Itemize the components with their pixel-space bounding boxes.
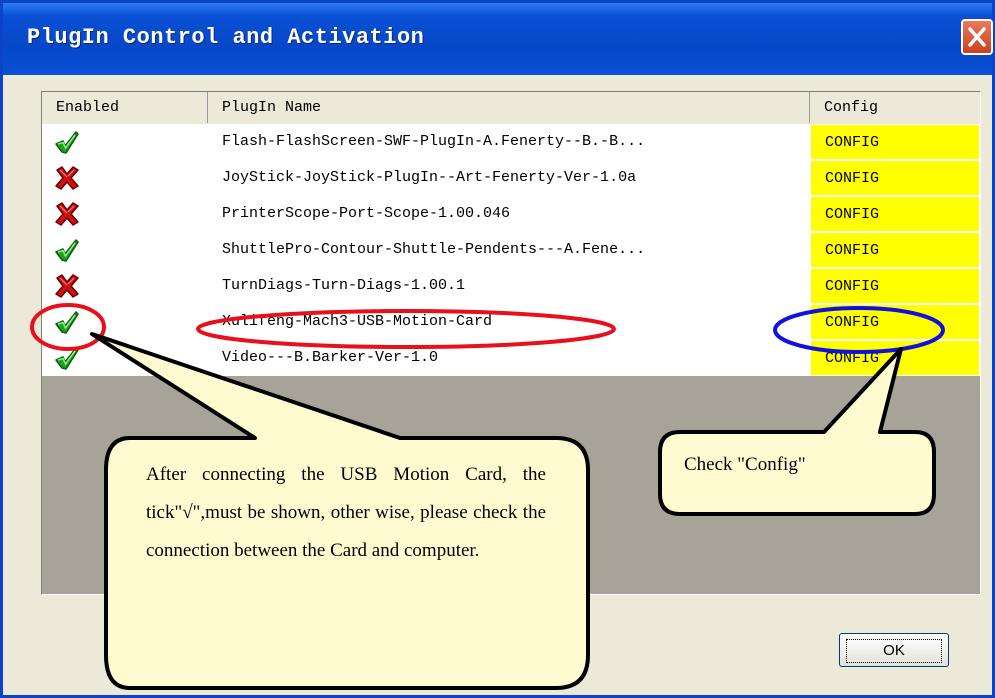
plugin-row[interactable]: TurnDiags-Turn-Diags-1.00.1 CONFIG xyxy=(42,268,980,304)
plugin-name-cell: Flash-FlashScreen-SWF-PlugIn-A.Fenerty--… xyxy=(208,124,810,160)
plugin-row[interactable]: PrinterScope-Port-Scope-1.00.046 CONFIG xyxy=(42,196,980,232)
enabled-cell[interactable] xyxy=(42,124,208,160)
config-cell[interactable]: CONFIG xyxy=(810,268,980,304)
callout-left-text: After connecting the USB Motion Card, th… xyxy=(146,464,546,561)
plugin-name-cell: JoyStick-JoyStick-PlugIn--Art-Fenerty-Ve… xyxy=(208,160,810,196)
enabled-cell[interactable] xyxy=(42,304,208,340)
plugin-dialog: PlugIn Control and Activation Enabled Pl… xyxy=(0,0,995,698)
red-x-icon[interactable] xyxy=(54,201,80,227)
enabled-cell[interactable] xyxy=(42,268,208,304)
red-x-icon[interactable] xyxy=(54,165,80,191)
column-header-config[interactable]: Config xyxy=(810,92,980,123)
config-cell[interactable]: CONFIG xyxy=(810,304,980,340)
dialog-content: Enabled PlugIn Name Config Flash-FlashSc… xyxy=(3,75,992,695)
plugin-row[interactable]: Xulifeng-Mach3-USB-Motion-Card CONFIG xyxy=(42,304,980,340)
plugin-name-cell: TurnDiags-Turn-Diags-1.00.1 xyxy=(208,268,810,304)
enabled-cell[interactable] xyxy=(42,160,208,196)
window-title: PlugIn Control and Activation xyxy=(27,25,425,50)
plugin-name-cell: Xulifeng-Mach3-USB-Motion-Card xyxy=(208,304,810,340)
plugin-name-cell: PrinterScope-Port-Scope-1.00.046 xyxy=(208,196,810,232)
config-cell[interactable]: CONFIG xyxy=(810,340,980,376)
green-check-icon[interactable] xyxy=(54,309,80,335)
ok-button[interactable]: OK xyxy=(839,633,949,667)
green-check-icon[interactable] xyxy=(54,237,80,263)
ok-button-label: OK xyxy=(846,639,942,663)
enabled-cell[interactable] xyxy=(42,232,208,268)
green-check-icon[interactable] xyxy=(54,129,80,155)
plugin-name-cell: Video---B.Barker-Ver-1.0 xyxy=(208,340,810,376)
plugin-row[interactable]: JoyStick-JoyStick-PlugIn--Art-Fenerty-Ve… xyxy=(42,160,980,196)
config-cell[interactable]: CONFIG xyxy=(810,196,980,232)
plugin-row[interactable]: Flash-FlashScreen-SWF-PlugIn-A.Fenerty--… xyxy=(42,124,980,160)
config-cell[interactable]: CONFIG xyxy=(810,160,980,196)
column-header-name[interactable]: PlugIn Name xyxy=(208,92,810,123)
green-check-icon[interactable] xyxy=(54,345,80,371)
config-cell[interactable]: CONFIG xyxy=(810,124,980,160)
red-x-icon[interactable] xyxy=(54,273,80,299)
plugin-row[interactable]: Video---B.Barker-Ver-1.0 CONFIG xyxy=(42,340,980,376)
enabled-cell[interactable] xyxy=(42,196,208,232)
callout-right-text: Check "Config" xyxy=(684,454,806,475)
enabled-cell[interactable] xyxy=(42,340,208,376)
plugin-row[interactable]: ShuttlePro-Contour-Shuttle-Pendents---A.… xyxy=(42,232,980,268)
title-bar[interactable]: PlugIn Control and Activation xyxy=(3,3,993,75)
plugin-name-cell: ShuttlePro-Contour-Shuttle-Pendents---A.… xyxy=(208,232,810,268)
column-header-enabled[interactable]: Enabled xyxy=(42,92,208,123)
close-icon xyxy=(968,27,986,47)
close-button[interactable] xyxy=(961,19,993,55)
table-header: Enabled PlugIn Name Config xyxy=(42,92,980,125)
config-cell[interactable]: CONFIG xyxy=(810,232,980,268)
